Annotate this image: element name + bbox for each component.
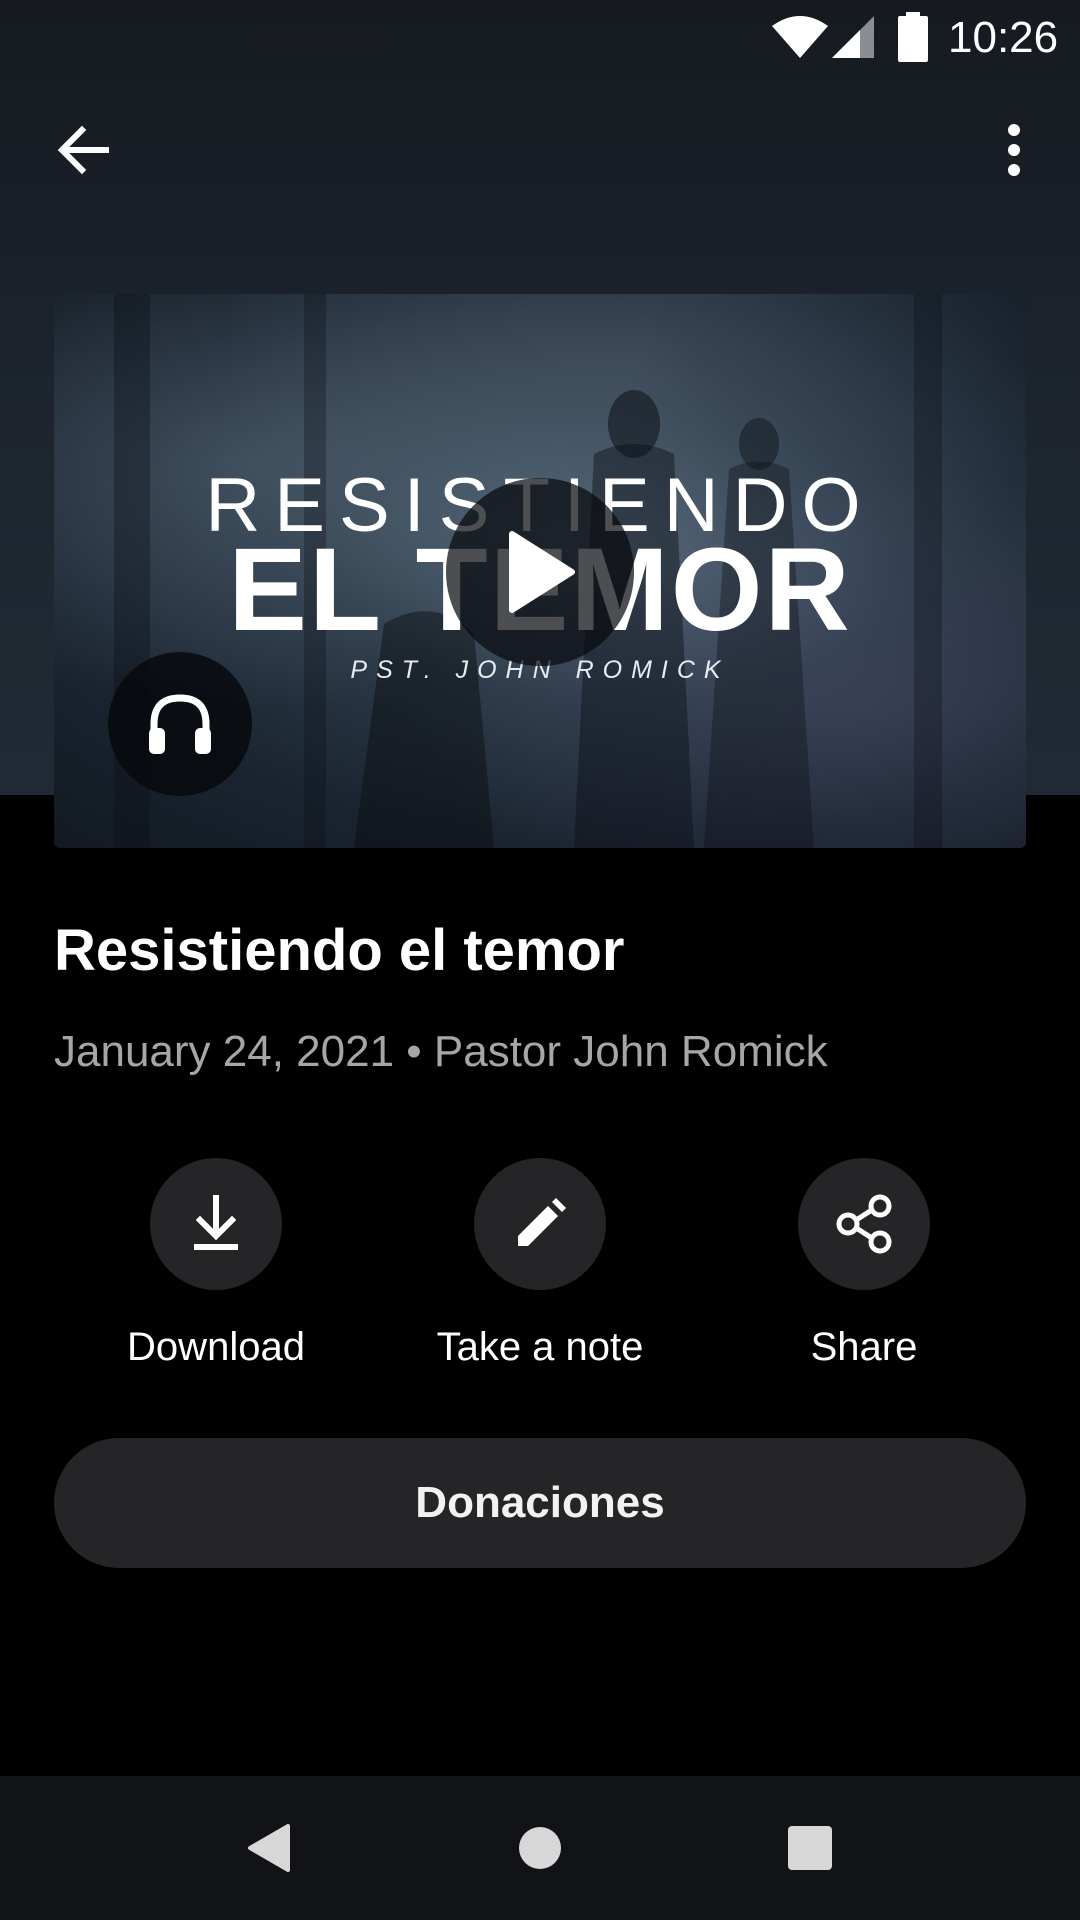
arrow-back-icon	[57, 125, 109, 175]
share-icon	[836, 1194, 892, 1254]
more-vertical-icon	[1008, 124, 1020, 176]
take-note-action[interactable]: Take a note	[390, 1158, 690, 1378]
nav-back-button[interactable]	[218, 1798, 318, 1898]
play-icon	[509, 531, 575, 613]
pencil-icon	[518, 1198, 566, 1246]
share-button[interactable]	[798, 1158, 930, 1290]
back-button[interactable]	[44, 110, 124, 190]
play-button[interactable]	[446, 478, 634, 666]
download-action[interactable]: Download	[66, 1158, 366, 1378]
headphones-icon	[149, 694, 211, 754]
status-time: 10:26	[948, 13, 1059, 62]
system-navigation-bar	[0, 1776, 1080, 1920]
take-note-label: Take a note	[436, 1325, 644, 1369]
status-bar: 10:26	[0, 0, 1080, 78]
download-button[interactable]	[150, 1158, 282, 1290]
audio-only-button[interactable]	[108, 652, 252, 796]
battery-icon	[898, 12, 928, 62]
donations-button[interactable]: Donaciones	[54, 1438, 1026, 1568]
nav-recents-icon	[788, 1826, 832, 1870]
cellular-signal-icon	[832, 16, 874, 58]
download-icon	[194, 1195, 238, 1250]
download-label: Download	[127, 1325, 305, 1369]
more-options-button[interactable]	[974, 110, 1054, 190]
sermon-date-speaker: January 24, 2021 • Pastor John Romick	[54, 1027, 828, 1076]
nav-back-icon	[248, 1824, 290, 1872]
sermon-artwork[interactable]: RESISTIENDO EL TEMOR PST. JOHN ROMICK	[54, 294, 1026, 848]
nav-home-button[interactable]	[490, 1798, 590, 1898]
nav-home-icon	[519, 1827, 561, 1869]
sermon-title: Resistiendo el temor	[54, 918, 625, 983]
take-note-button[interactable]	[474, 1158, 606, 1290]
share-action[interactable]: Share	[714, 1158, 1014, 1378]
nav-recents-button[interactable]	[760, 1798, 860, 1898]
wifi-icon	[772, 16, 828, 58]
share-label: Share	[810, 1325, 918, 1369]
